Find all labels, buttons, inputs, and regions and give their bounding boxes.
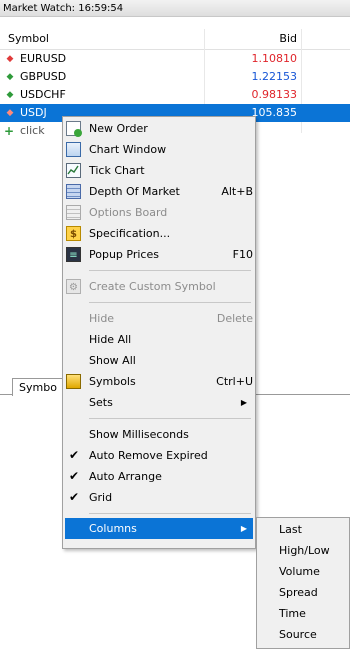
symbol-name: USDJ bbox=[20, 106, 47, 119]
menu-item-specification[interactable]: $ Specification... bbox=[65, 223, 253, 244]
menu-separator bbox=[89, 513, 251, 514]
price-up-icon: ◆ bbox=[6, 72, 14, 82]
add-symbol-label: click bbox=[20, 124, 45, 137]
bid-value: 0.98133 bbox=[251, 88, 298, 101]
price-up-icon: ◆ bbox=[6, 90, 14, 100]
tick-chart-icon bbox=[66, 163, 81, 178]
menu-item-new-order[interactable]: New Order bbox=[65, 118, 253, 139]
submenu-item-time[interactable]: Time bbox=[257, 603, 349, 624]
menu-item-label: Hide All bbox=[89, 333, 132, 346]
menu-item-shortcut: F10 bbox=[232, 248, 253, 261]
bid-value: 1.22153 bbox=[251, 70, 298, 83]
table-header: Symbol Bid bbox=[0, 29, 350, 50]
columns-submenu: Last High/Low Volume Spread Time Source bbox=[256, 517, 350, 649]
plus-icon: + bbox=[4, 124, 15, 138]
menu-item-label: Auto Arrange bbox=[89, 470, 162, 483]
submenu-item-source[interactable]: Source bbox=[257, 624, 349, 645]
menu-item-label: Columns bbox=[89, 522, 137, 535]
table-row[interactable]: ◆ USDCHF 0.98133 bbox=[0, 86, 350, 104]
popup-prices-icon: ≡ bbox=[66, 247, 81, 262]
menu-item-label: Grid bbox=[89, 491, 113, 504]
submenu-arrow-icon: ▶ bbox=[240, 524, 247, 533]
menu-item-hide[interactable]: Hide Delete bbox=[65, 308, 253, 329]
menu-item-show-all[interactable]: Show All bbox=[65, 350, 253, 371]
submenu-item-volume[interactable]: Volume bbox=[257, 561, 349, 582]
menu-separator bbox=[89, 270, 251, 271]
menu-item-depth-of-market[interactable]: Depth Of Market Alt+B bbox=[65, 181, 253, 202]
menu-item-label: Options Board bbox=[89, 206, 168, 219]
menu-item-grid[interactable]: ✔ Grid bbox=[65, 487, 253, 508]
menu-item-auto-arrange[interactable]: ✔ Auto Arrange bbox=[65, 466, 253, 487]
column-header-bid[interactable]: Bid bbox=[205, 32, 297, 45]
chart-window-icon bbox=[66, 142, 81, 157]
depth-of-market-icon bbox=[66, 184, 81, 199]
options-board-icon bbox=[66, 205, 81, 220]
symbol-name: GBPUSD bbox=[20, 70, 67, 83]
menu-item-label: Depth Of Market bbox=[89, 185, 180, 198]
menu-item-shortcut: Delete bbox=[216, 312, 253, 325]
column-header-symbol[interactable]: Symbol bbox=[8, 32, 49, 45]
menu-item-label: New Order bbox=[89, 122, 148, 135]
menu-item-label: Show Milliseconds bbox=[89, 428, 189, 441]
submenu-item-high-low[interactable]: High/Low bbox=[257, 540, 349, 561]
checkmark-icon: ✔ bbox=[69, 469, 80, 483]
menu-item-show-milliseconds[interactable]: Show Milliseconds bbox=[65, 424, 253, 445]
menu-item-options-board[interactable]: Options Board bbox=[65, 202, 253, 223]
window-title: Market Watch: 16:59:54 bbox=[0, 0, 350, 17]
menu-separator bbox=[89, 302, 251, 303]
menu-item-label: Symbols bbox=[89, 375, 136, 388]
menu-item-hide-all[interactable]: Hide All bbox=[65, 329, 253, 350]
specification-icon: $ bbox=[66, 226, 81, 241]
menu-item-sets[interactable]: Sets ▶ bbox=[65, 392, 253, 413]
submenu-item-last[interactable]: Last bbox=[257, 519, 349, 540]
menu-item-label: Create Custom Symbol bbox=[89, 280, 216, 293]
submenu-arrow-icon: ▶ bbox=[240, 398, 247, 407]
table-row[interactable]: ◆ GBPUSD 1.22153 bbox=[0, 68, 350, 86]
menu-item-label: Auto Remove Expired bbox=[89, 449, 208, 462]
menu-item-label: Tick Chart bbox=[89, 164, 145, 177]
menu-item-columns[interactable]: Columns ▶ bbox=[65, 518, 253, 539]
table-row[interactable]: ◆ EURUSD 1.10810 bbox=[0, 50, 350, 68]
menu-item-label: Chart Window bbox=[89, 143, 167, 156]
menu-item-label: Show All bbox=[89, 354, 136, 367]
symbol-name: EURUSD bbox=[20, 52, 67, 65]
price-down-icon: ◆ bbox=[6, 54, 14, 64]
checkmark-icon: ✔ bbox=[69, 490, 80, 504]
menu-separator bbox=[89, 418, 251, 419]
menu-item-label: Specification... bbox=[89, 227, 171, 240]
bid-value: 1.10810 bbox=[251, 52, 298, 65]
menu-item-create-custom-symbol[interactable]: ⚙ Create Custom Symbol bbox=[65, 276, 253, 297]
symbol-name: USDCHF bbox=[20, 88, 66, 101]
menu-item-symbols[interactable]: Symbols Ctrl+U bbox=[65, 371, 253, 392]
menu-item-shortcut: Alt+B bbox=[221, 185, 253, 198]
tab-symbols[interactable]: Symbo bbox=[12, 378, 67, 396]
menu-item-auto-remove-expired[interactable]: ✔ Auto Remove Expired bbox=[65, 445, 253, 466]
menu-item-shortcut: Ctrl+U bbox=[216, 375, 253, 388]
menu-item-chart-window[interactable]: Chart Window bbox=[65, 139, 253, 160]
context-menu: New Order Chart Window Tick Chart Depth … bbox=[62, 116, 256, 549]
menu-item-label: Sets bbox=[89, 396, 113, 409]
menu-item-popup-prices[interactable]: ≡ Popup Prices F10 bbox=[65, 244, 253, 265]
price-down-icon: ◆ bbox=[6, 108, 14, 118]
new-order-icon bbox=[66, 121, 82, 137]
menu-item-label: Hide bbox=[89, 312, 115, 325]
submenu-item-spread[interactable]: Spread bbox=[257, 582, 349, 603]
menu-item-label: Popup Prices bbox=[89, 248, 159, 261]
custom-symbol-icon: ⚙ bbox=[66, 279, 81, 294]
symbols-icon bbox=[66, 374, 81, 389]
checkmark-icon: ✔ bbox=[69, 448, 80, 462]
menu-item-tick-chart[interactable]: Tick Chart bbox=[65, 160, 253, 181]
